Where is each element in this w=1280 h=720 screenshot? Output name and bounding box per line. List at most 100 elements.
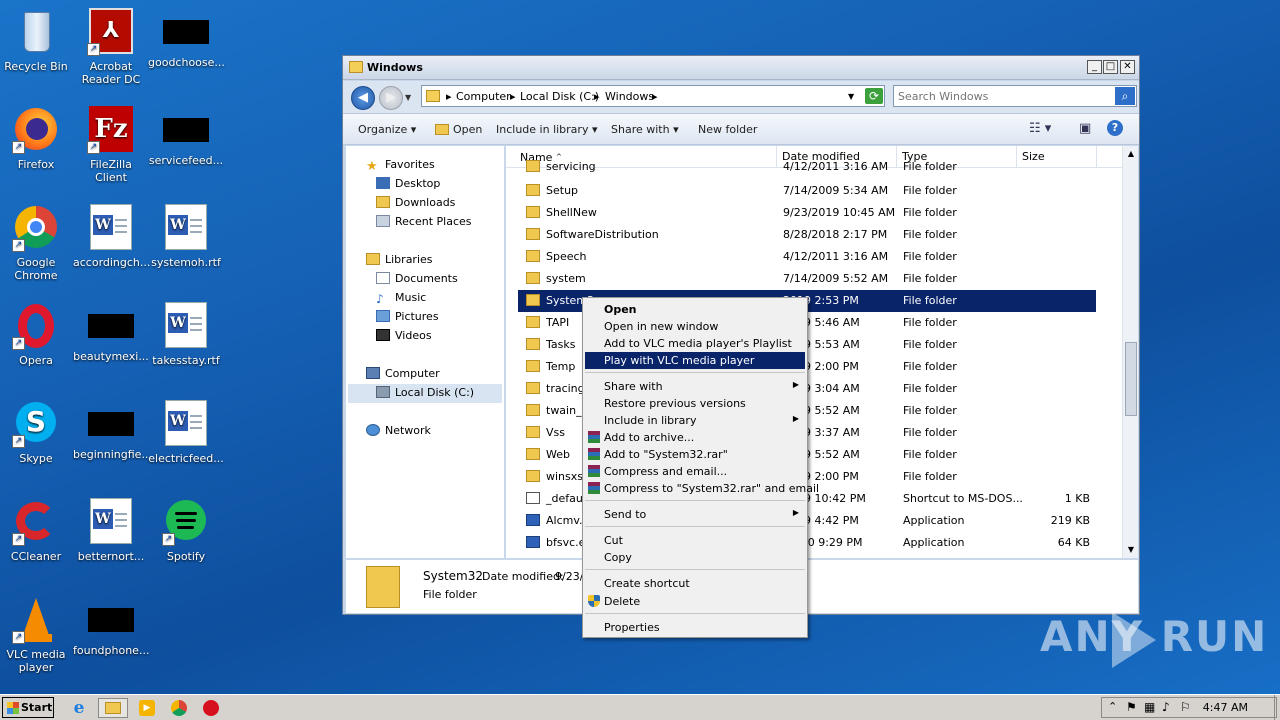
help-icon[interactable]: ?	[1107, 120, 1123, 136]
new-folder-button[interactable]: New folder	[698, 123, 757, 136]
menu-create-shortcut[interactable]: Create shortcut	[585, 575, 805, 592]
table-row[interactable]: SoftwareDistribution 8/28/2018 2:17 PM Fil…	[518, 224, 1096, 246]
scrollbar-thumb[interactable]	[1125, 342, 1137, 416]
preview-pane-icon[interactable]: ▣	[1079, 121, 1091, 136]
desktop-icon-systemoh[interactable]: W systemoh.rtf	[148, 204, 224, 269]
desktop-icon-skype[interactable]: S ↗ Skype	[0, 400, 74, 465]
search-input[interactable]	[898, 87, 1108, 105]
menu-copy[interactable]: Copy	[585, 549, 805, 566]
menu-open-new-window[interactable]: Open in new window	[585, 318, 805, 335]
desktop-icon-acrobat[interactable]: ⅄ ↗ Acrobat Reader DC	[73, 8, 149, 86]
desktop-icon-google-chrome[interactable]: ↗ Google Chrome	[0, 204, 74, 282]
desktop-icon-electricfeed[interactable]: W electricfeed...	[148, 400, 224, 465]
menu-cut[interactable]: Cut	[585, 532, 805, 549]
folder-icon	[526, 160, 540, 172]
window-titlebar[interactable]: Windows _ □ ✕	[343, 56, 1139, 80]
start-button[interactable]: Start	[2, 697, 54, 718]
menu-add-to-archive[interactable]: Add to archive...	[585, 429, 805, 446]
menu-share-with[interactable]: Share with ▶	[585, 378, 805, 395]
volume-icon[interactable]: ♪	[1162, 700, 1170, 714]
opera-icon: ↗	[12, 302, 60, 350]
share-with-button[interactable]: Share with ▾	[611, 123, 679, 136]
desktop-icon-beautymexi[interactable]: beautymexi...	[73, 302, 149, 363]
desktop-icon-beginningfie[interactable]: beginningfie...	[73, 400, 152, 461]
menu-properties[interactable]: Properties	[585, 619, 805, 636]
desktop-icon-firefox[interactable]: ↗ Firefox	[0, 106, 74, 171]
close-button[interactable]: ✕	[1120, 60, 1135, 74]
desktop-icon-takesstay[interactable]: W takesstay.rtf	[148, 302, 224, 367]
desktop-icon-recycle-bin[interactable]: Recycle Bin	[0, 8, 74, 73]
scroll-down-icon[interactable]: ▼	[1124, 543, 1138, 557]
menu-delete[interactable]: Delete	[585, 593, 805, 610]
table-row[interactable]: servicing 4/12/2011 3:16 AM File folder	[518, 156, 1096, 178]
nav-documents[interactable]: Documents	[376, 272, 458, 285]
internet-explorer-icon[interactable]: e	[68, 698, 90, 718]
nav-recent-places[interactable]: Recent Places	[376, 215, 472, 228]
desktop-icon-foundphone[interactable]: foundphone...	[73, 596, 149, 657]
table-row[interactable]: Setup 7/14/2009 5:34 AM File folder	[518, 180, 1096, 202]
cell-type: Application	[903, 514, 965, 527]
minimize-button[interactable]: _	[1087, 60, 1102, 74]
search-icon[interactable]: ⌕	[1115, 87, 1135, 105]
desktop-icon-ccleaner[interactable]: ↗ CCleaner	[0, 498, 74, 563]
maximize-button[interactable]: □	[1103, 60, 1118, 74]
desktop-icon-opera[interactable]: ↗ Opera	[0, 302, 74, 367]
nav-libraries[interactable]: Libraries	[366, 253, 433, 266]
back-button[interactable]: ◀	[351, 86, 375, 110]
menu-compress-rar-and-email[interactable]: Compress to "System32.rar" and email	[585, 480, 819, 497]
nav-local-disk[interactable]: Local Disk (C:)	[348, 384, 502, 403]
table-row[interactable]: ShellNew 9/23/2019 10:45 AM File folder	[518, 202, 1096, 224]
menu-vlc-playlist[interactable]: Add to VLC media player's Playlist	[585, 335, 805, 352]
table-row[interactable]: system 7/14/2009 5:52 AM File folder	[518, 268, 1096, 290]
explorer-taskbar-icon[interactable]	[98, 698, 128, 718]
desktop-icon-vlc[interactable]: ↗ VLC media player	[0, 596, 74, 674]
action-center-icon[interactable]: ⚑	[1126, 700, 1137, 714]
flag-icon[interactable]: ⚐	[1180, 700, 1191, 714]
desktop-icon-betternort[interactable]: W betternort...	[73, 498, 149, 563]
nav-videos[interactable]: Videos	[376, 329, 432, 342]
cell-type: File folder	[903, 160, 957, 173]
scroll-up-icon[interactable]: ▲	[1124, 147, 1138, 161]
desktop-icon-filezilla[interactable]: Fz ↗ FileZilla Client	[73, 106, 149, 184]
menu-send-to[interactable]: Send to ▶	[585, 506, 805, 523]
open-button[interactable]: Open	[435, 123, 482, 136]
desktop-icon-goodchoose[interactable]: goodchoose...	[148, 8, 225, 69]
menu-add-to-rar[interactable]: Add to "System32.rar"	[585, 446, 805, 463]
menu-open[interactable]: Open	[585, 301, 805, 318]
opera-taskbar-icon[interactable]	[200, 698, 222, 718]
show-desktop-button[interactable]	[1274, 695, 1280, 720]
cell-type: Shortcut to MS-DOS...	[903, 492, 1023, 505]
chrome-taskbar-icon[interactable]	[168, 698, 190, 718]
nav-pictures[interactable]: Pictures	[376, 310, 439, 323]
desktop-icon-servicefeed[interactable]: servicefeed...	[148, 106, 224, 167]
desktop-icon-accordingch[interactable]: W accordingch...	[73, 204, 150, 269]
network-tray-icon[interactable]: ▦	[1144, 700, 1155, 714]
nav-downloads[interactable]: Downloads	[376, 196, 455, 209]
organize-button[interactable]: Organize ▾	[358, 123, 416, 136]
breadcrumb-local-disk[interactable]: Local Disk (C:)	[520, 90, 599, 103]
address-dropdown-icon[interactable]: ▼	[848, 92, 854, 101]
menu-include-in-library[interactable]: Include in library ▶	[585, 412, 805, 429]
nav-desktop[interactable]: Desktop	[376, 177, 440, 190]
forward-button[interactable]: ▶	[379, 86, 403, 110]
nav-computer[interactable]: Computer	[366, 367, 440, 380]
show-hidden-icons-icon[interactable]: ⌃	[1108, 700, 1117, 713]
table-row[interactable]: Speech 4/12/2011 3:16 AM File folder	[518, 246, 1096, 268]
recent-pages-dropdown-icon[interactable]: ▼	[405, 93, 411, 102]
breadcrumb-computer[interactable]: Computer	[456, 90, 511, 103]
clock[interactable]: 4:47 AM	[1203, 701, 1248, 714]
menu-vlc-play[interactable]: Play with VLC media player	[585, 352, 805, 369]
vertical-scrollbar[interactable]: ▲ ▼	[1122, 146, 1138, 558]
nav-network[interactable]: Network	[366, 424, 431, 437]
include-in-library-button[interactable]: Include in library ▾	[496, 123, 597, 136]
menu-restore-previous-versions[interactable]: Restore previous versions	[585, 395, 805, 412]
nav-music[interactable]: ♪ Music	[376, 291, 426, 306]
media-player-icon[interactable]: ▶	[136, 698, 158, 718]
refresh-button[interactable]: ⟳	[865, 88, 883, 104]
view-options-icon[interactable]: ☷ ▾	[1029, 121, 1051, 136]
breadcrumb-windows[interactable]: Windows	[605, 90, 654, 103]
menu-compress-and-email[interactable]: Compress and email...	[585, 463, 805, 480]
address-bar[interactable]: ▸ Computer ▸ Local Disk (C:) ▸ Windows ▸…	[421, 85, 885, 107]
desktop-icon-spotify[interactable]: ↗ Spotify	[148, 498, 224, 563]
nav-favorites[interactable]: ★ Favorites	[366, 158, 435, 174]
